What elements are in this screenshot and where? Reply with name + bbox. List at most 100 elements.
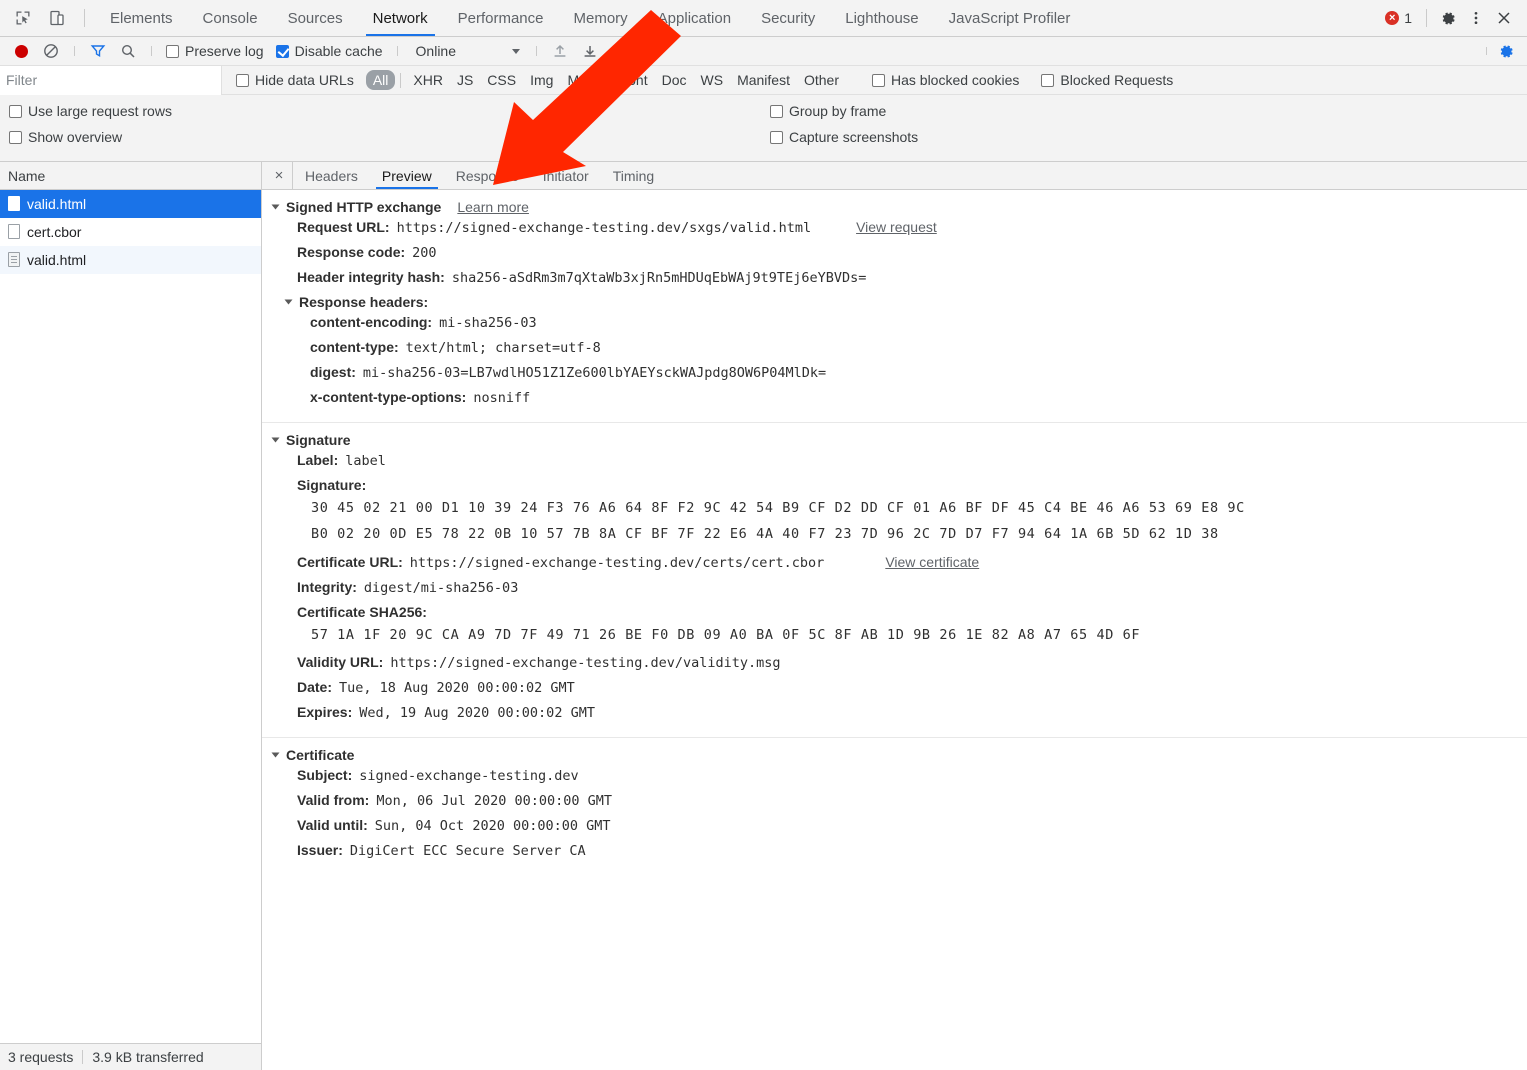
- tab-javascript-profiler[interactable]: JavaScript Profiler: [934, 0, 1086, 36]
- disable-cache-checkbox[interactable]: Disable cache: [272, 43, 387, 59]
- device-toolbar-glyph: [48, 9, 66, 27]
- view-certificate-link[interactable]: View certificate: [885, 554, 979, 570]
- view-request-link[interactable]: View request: [856, 219, 937, 235]
- network-toolbar: Preserve log Disable cache Online: [0, 37, 1527, 66]
- export-har-icon[interactable]: [577, 38, 603, 64]
- group-by-frame-box: [770, 105, 783, 118]
- request-row-valid-html-inner[interactable]: valid.html: [0, 246, 261, 274]
- request-row-valid-html-sxg[interactable]: valid.html: [0, 190, 261, 218]
- import-har-icon[interactable]: [547, 38, 573, 64]
- filter-type-img[interactable]: Img: [523, 70, 560, 90]
- filter-type-other[interactable]: Other: [797, 70, 846, 90]
- detail-tab-timing[interactable]: Timing: [601, 162, 667, 189]
- detail-tab-initiator[interactable]: Initiator: [531, 162, 601, 189]
- close-detail-icon[interactable]: ×: [266, 162, 293, 189]
- use-large-request-rows-checkbox[interactable]: Use large request rows: [9, 103, 770, 119]
- section-title-label[interactable]: Signed HTTP exchange: [286, 199, 441, 215]
- devtools-tabbar-actions: × 1: [1379, 0, 1527, 36]
- chevron-down-icon: [512, 49, 520, 54]
- show-overview-checkbox[interactable]: Show overview: [9, 129, 770, 145]
- valid-until-row: Valid until: Sun, 04 Oct 2020 00:00:00 G…: [262, 813, 1527, 838]
- valid-from-value: Mon, 06 Jul 2020 00:00:00 GMT: [376, 793, 612, 809]
- header-key: content-encoding:: [310, 314, 432, 330]
- has-blocked-cookies-checkbox[interactable]: Has blocked cookies: [868, 72, 1023, 88]
- error-count-badge[interactable]: × 1: [1379, 10, 1418, 26]
- tab-console[interactable]: Console: [188, 0, 273, 36]
- validity-url-value: https://signed-exchange-testing.dev/vali…: [390, 655, 780, 671]
- clear-no-entry-icon[interactable]: [38, 38, 64, 64]
- learn-more-link[interactable]: Learn more: [457, 199, 529, 215]
- expires-row: Expires: Wed, 19 Aug 2020 00:00:02 GMT: [262, 700, 1527, 725]
- close-icon[interactable]: [1491, 5, 1517, 31]
- filter-type-js[interactable]: JS: [450, 70, 480, 90]
- gear-icon[interactable]: [1435, 5, 1461, 31]
- capture-screenshots-checkbox[interactable]: Capture screenshots: [770, 129, 918, 145]
- section-title-label[interactable]: Signature: [286, 432, 351, 448]
- chevron-down-icon[interactable]: [285, 300, 293, 305]
- gear-glyph: [1440, 10, 1457, 27]
- throttling-select[interactable]: Online: [408, 43, 526, 59]
- cursor-inspect-icon[interactable]: [10, 5, 36, 31]
- filter-input[interactable]: [0, 66, 222, 95]
- response-headers-label[interactable]: Response headers:: [299, 294, 428, 310]
- preserve-log-checkbox[interactable]: Preserve log: [162, 43, 268, 59]
- tab-security[interactable]: Security: [746, 0, 830, 36]
- chevron-down-icon[interactable]: [272, 205, 280, 210]
- kebab-menu-icon[interactable]: [1463, 5, 1489, 31]
- hide-data-urls-label: Hide data URLs: [255, 72, 354, 88]
- tab-network[interactable]: Network: [358, 0, 443, 36]
- filter-type-manifest[interactable]: Manifest: [730, 70, 797, 90]
- tab-lighthouse[interactable]: Lighthouse: [830, 0, 933, 36]
- tab-performance[interactable]: Performance: [443, 0, 559, 36]
- tab-application[interactable]: Application: [643, 0, 746, 36]
- hide-data-urls-box: [236, 74, 249, 87]
- filter-type-css[interactable]: CSS: [480, 70, 523, 90]
- blocked-requests-checkbox[interactable]: Blocked Requests: [1037, 72, 1177, 88]
- detail-tab-headers[interactable]: Headers: [293, 162, 370, 189]
- filter-type-all[interactable]: All: [366, 70, 396, 90]
- signature-bytes-key: Signature:: [262, 473, 1527, 494]
- chevron-down-icon[interactable]: [272, 438, 280, 443]
- record-stop-icon[interactable]: [8, 38, 34, 64]
- cursor-inspect-glyph: [14, 9, 32, 27]
- tab-sources[interactable]: Sources: [273, 0, 358, 36]
- header-integrity-key: Header integrity hash:: [297, 269, 445, 285]
- network-settings-col-right: Group by frame Capture screenshots: [770, 103, 918, 153]
- header-integrity-value: sha256-aSdRm3m7qXtaWb3xjRn5mHDUqEbWAj9t9…: [452, 270, 867, 286]
- kebab-glyph: [1468, 10, 1484, 26]
- signed-exchange-preview: Signed HTTP exchange Learn more Request …: [262, 190, 1527, 1070]
- tab-memory[interactable]: Memory: [559, 0, 643, 36]
- tab-elements[interactable]: Elements: [95, 0, 188, 36]
- detail-tab-preview[interactable]: Preview: [370, 162, 444, 189]
- hide-data-urls-checkbox[interactable]: Hide data URLs: [232, 72, 358, 88]
- status-divider: [82, 1050, 83, 1064]
- subject-value: signed-exchange-testing.dev: [359, 768, 578, 784]
- filter-type-xhr[interactable]: XHR: [406, 70, 450, 90]
- filter-type-media[interactable]: Media: [560, 70, 612, 90]
- filter-type-doc[interactable]: Doc: [655, 70, 694, 90]
- request-detail-tabs: × Headers Preview Response Initiator Tim…: [262, 162, 1527, 190]
- filter-type-font[interactable]: Font: [613, 70, 655, 90]
- preserve-log-box: [166, 45, 179, 58]
- request-row-cert-cbor[interactable]: cert.cbor: [0, 218, 261, 246]
- funnel-filter-icon[interactable]: [85, 38, 111, 64]
- gear-icon[interactable]: [1493, 38, 1519, 64]
- resource-type-filters: All XHR JS CSS Img Media Font Doc WS Man…: [366, 70, 846, 90]
- detail-tab-response[interactable]: Response: [444, 162, 531, 189]
- signature-hex-line: 30 45 02 21 00 D1 10 39 24 F3 76 A6 64 8…: [311, 495, 1527, 521]
- group-by-frame-checkbox[interactable]: Group by frame: [770, 103, 918, 119]
- device-toolbar-icon[interactable]: [44, 5, 70, 31]
- response-code-key: Response code:: [297, 244, 405, 260]
- filter-types-divider: [400, 73, 401, 88]
- search-icon[interactable]: [115, 38, 141, 64]
- request-list-column-header[interactable]: Name: [0, 162, 261, 190]
- filter-type-ws[interactable]: WS: [694, 70, 731, 90]
- signature-hex-block: 30 45 02 21 00 D1 10 39 24 F3 76 A6 64 8…: [262, 494, 1527, 550]
- import-glyph: [552, 43, 568, 59]
- section-title-label[interactable]: Certificate: [286, 747, 354, 763]
- chevron-down-icon[interactable]: [272, 752, 280, 757]
- date-key: Date:: [297, 679, 332, 695]
- export-glyph: [582, 43, 598, 59]
- has-blocked-cookies-label: Has blocked cookies: [891, 72, 1019, 88]
- issuer-value: DigiCert ECC Secure Server CA: [350, 843, 586, 859]
